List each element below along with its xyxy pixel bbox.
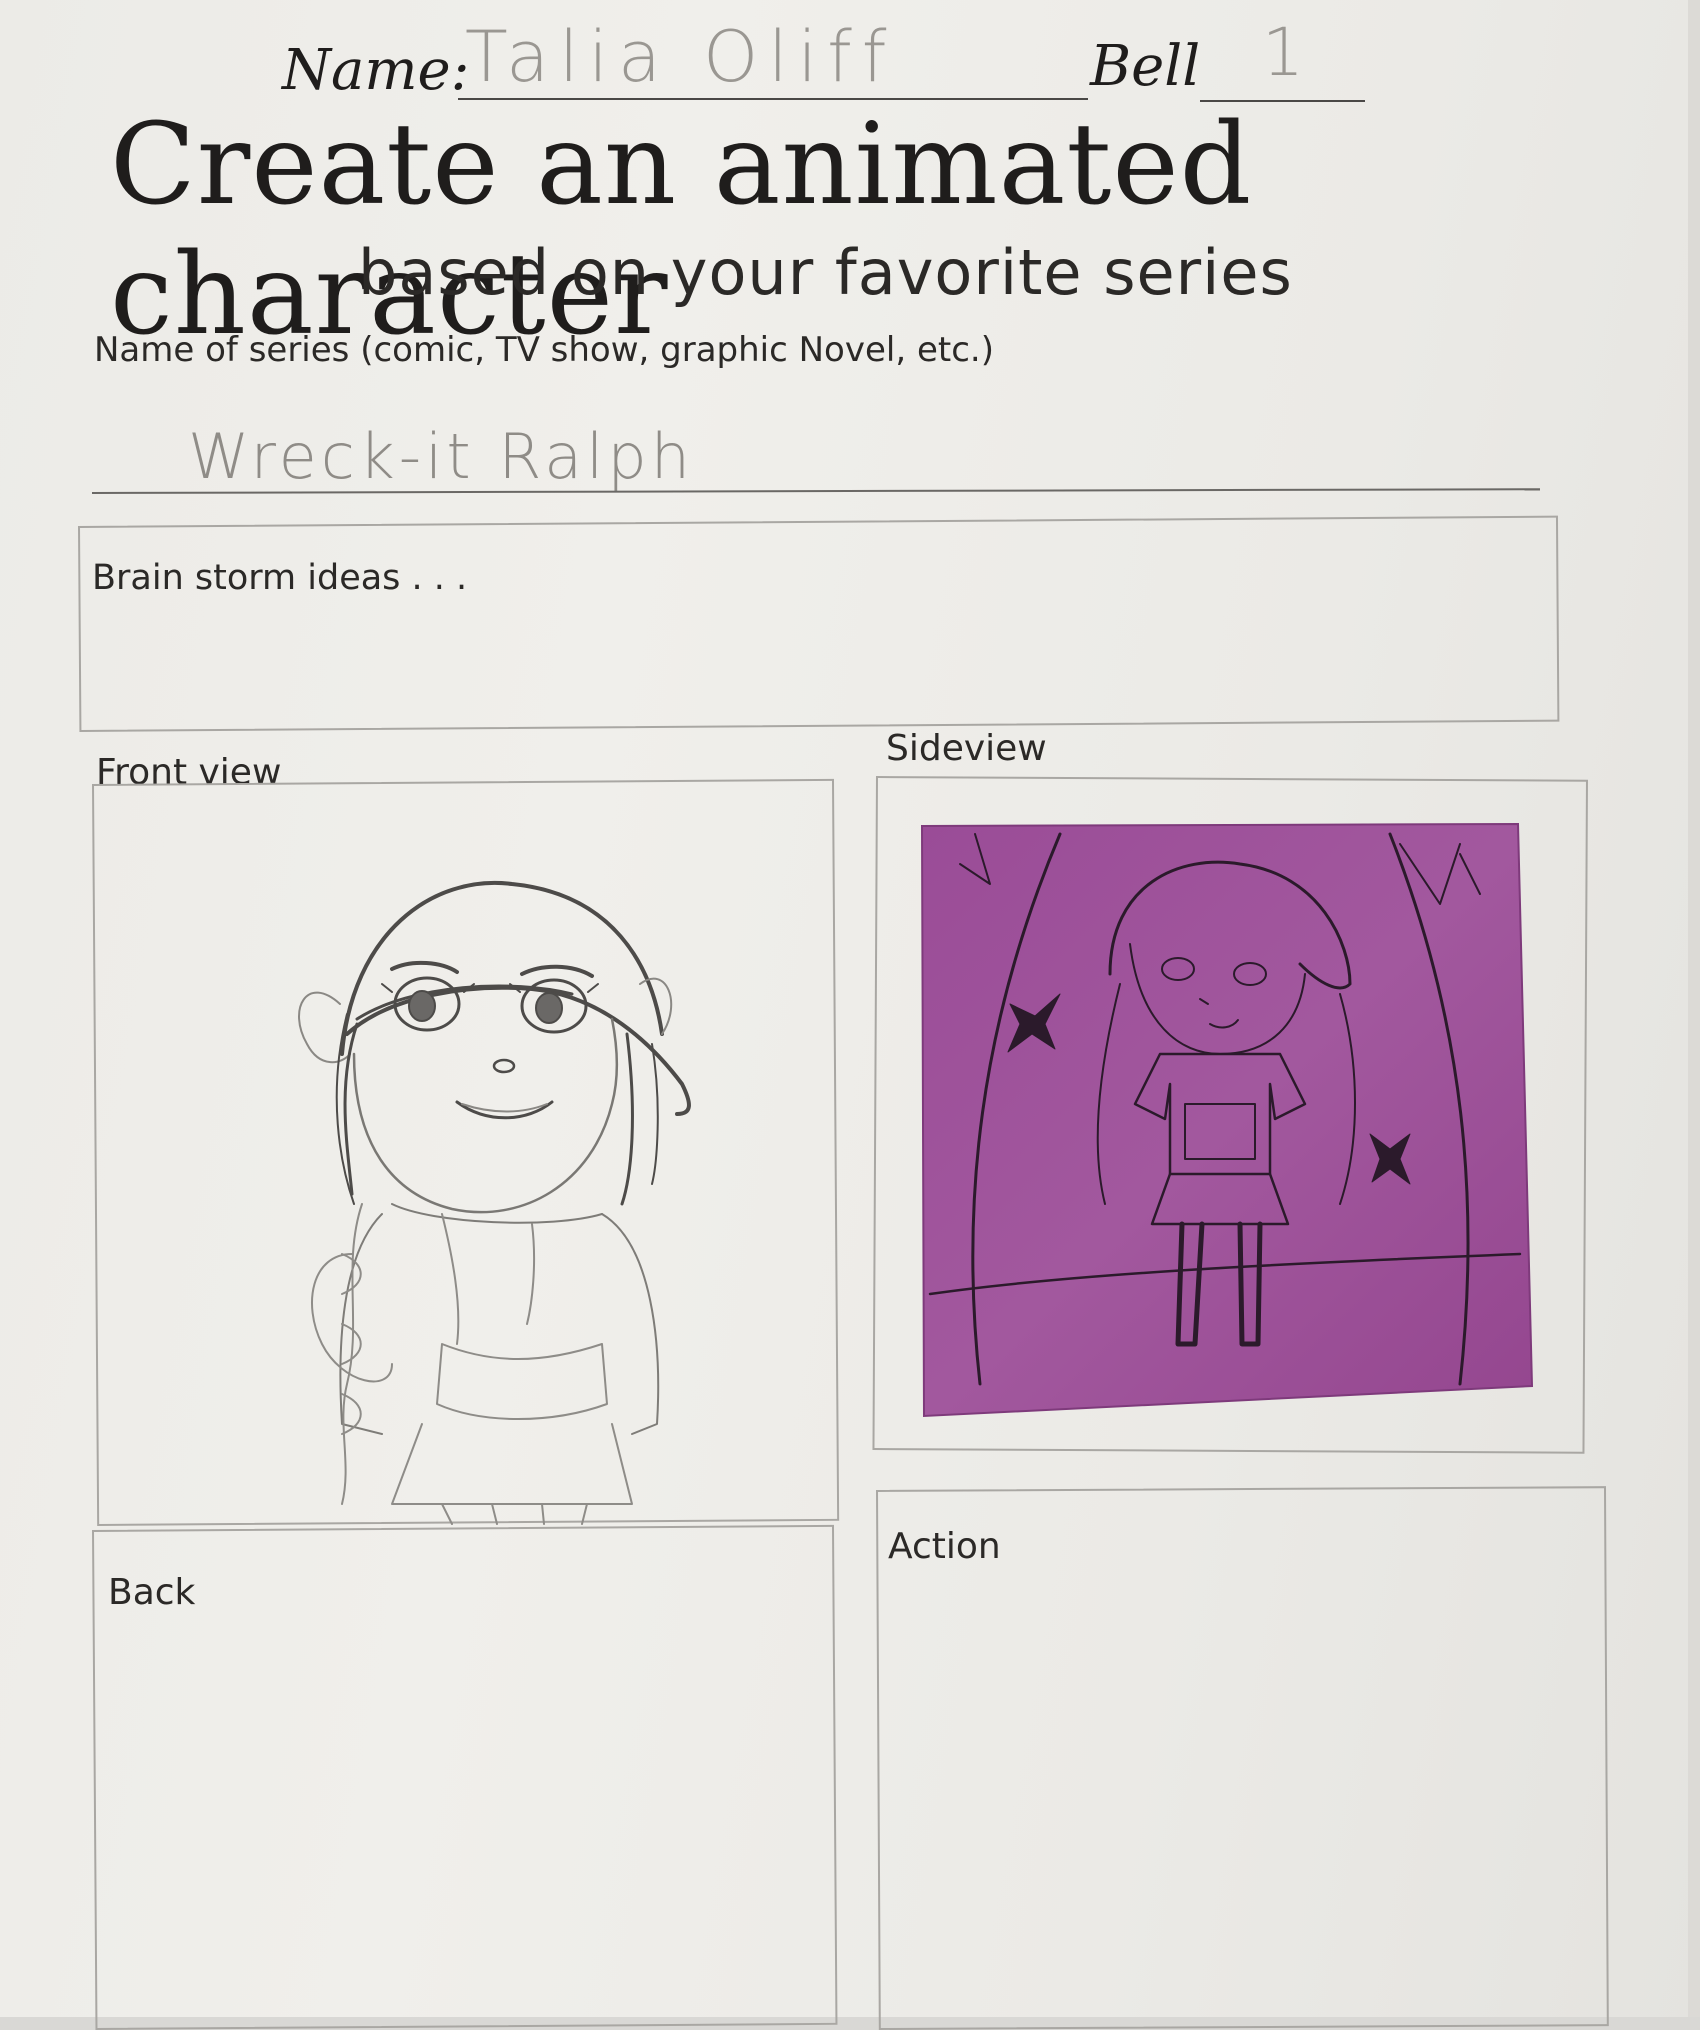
worksheet-page: Name: Talia Oliff Bell 1 Create an anima… bbox=[0, 0, 1700, 2030]
brainstorm-box[interactable] bbox=[78, 515, 1560, 732]
front-view-character-drawing bbox=[298, 880, 691, 1525]
back-label: Back bbox=[108, 1572, 196, 1613]
brainstorm-label: Brain storm ideas . . . bbox=[92, 558, 468, 598]
page-title: Create an animated character bbox=[110, 100, 1253, 360]
back-box[interactable] bbox=[92, 1524, 838, 2030]
name-label: Name: bbox=[282, 38, 470, 103]
series-prompt: Name of series (comic, TV show, graphic … bbox=[94, 330, 994, 370]
sticky-note-character-drawing bbox=[920, 822, 1534, 1418]
name-value: Talia Oliff bbox=[465, 16, 897, 98]
page-subtitle: based on your favorite series bbox=[358, 236, 1293, 309]
series-answer: Wreck-it Ralph bbox=[188, 420, 694, 493]
action-box[interactable] bbox=[876, 1486, 1609, 2030]
bell-label: Bell bbox=[1090, 34, 1201, 99]
side-view-label: Sideview bbox=[886, 728, 1047, 769]
bell-value: 1 bbox=[1262, 14, 1306, 91]
action-label: Action bbox=[888, 1526, 1001, 1567]
sticky-note bbox=[920, 822, 1534, 1418]
